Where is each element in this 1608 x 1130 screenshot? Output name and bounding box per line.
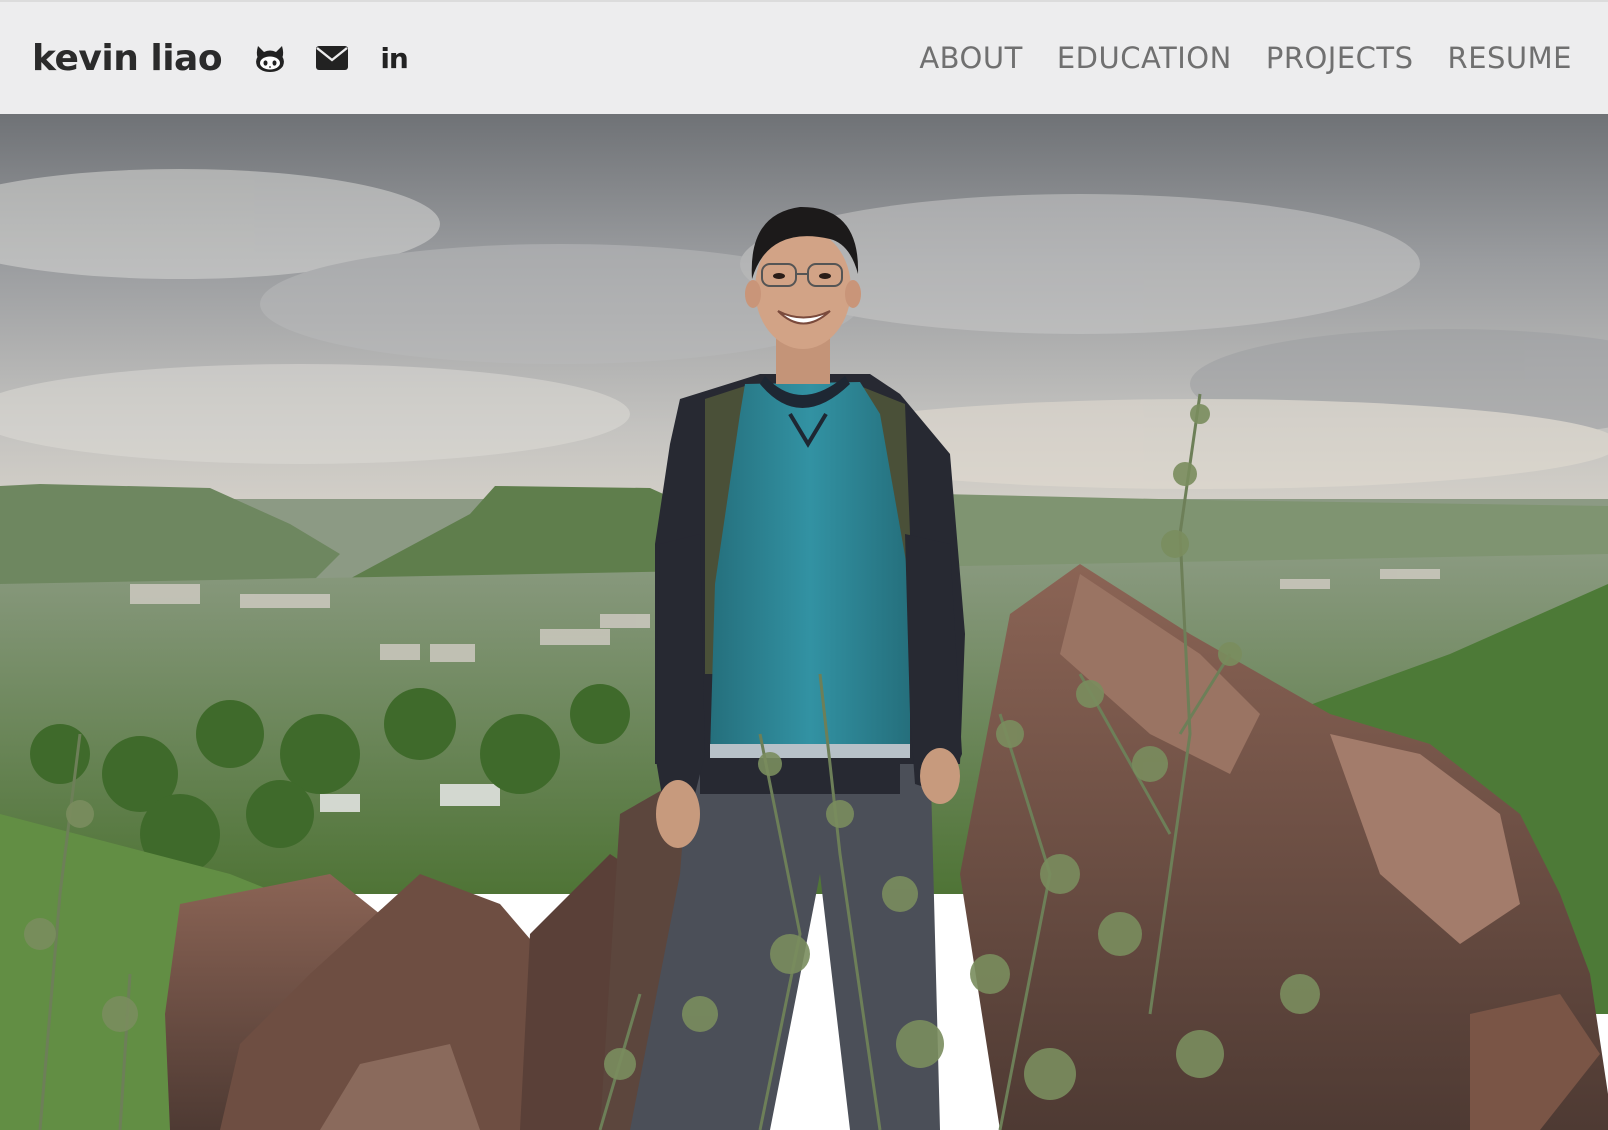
social-links: in bbox=[250, 38, 414, 78]
hero-photo bbox=[0, 114, 1608, 1130]
linkedin-icon: in bbox=[380, 41, 409, 75]
brand-link[interactable]: kevin liao bbox=[32, 38, 223, 79]
email-link[interactable] bbox=[312, 38, 352, 78]
github-icon bbox=[254, 43, 286, 73]
nav-link-projects[interactable]: PROJECTS bbox=[1266, 41, 1414, 75]
navbar: kevin liao in ABOUT EDUCATION PROJECTS R… bbox=[0, 0, 1608, 114]
nav-link-about[interactable]: ABOUT bbox=[919, 41, 1023, 75]
linkedin-link[interactable]: in bbox=[374, 38, 414, 78]
github-link[interactable] bbox=[250, 38, 290, 78]
nav-link-resume[interactable]: RESUME bbox=[1448, 41, 1572, 75]
nav-links: ABOUT EDUCATION PROJECTS RESUME bbox=[919, 41, 1572, 75]
nav-link-education[interactable]: EDUCATION bbox=[1057, 41, 1232, 75]
hero-illustration bbox=[0, 114, 1608, 1130]
envelope-icon bbox=[315, 45, 349, 71]
